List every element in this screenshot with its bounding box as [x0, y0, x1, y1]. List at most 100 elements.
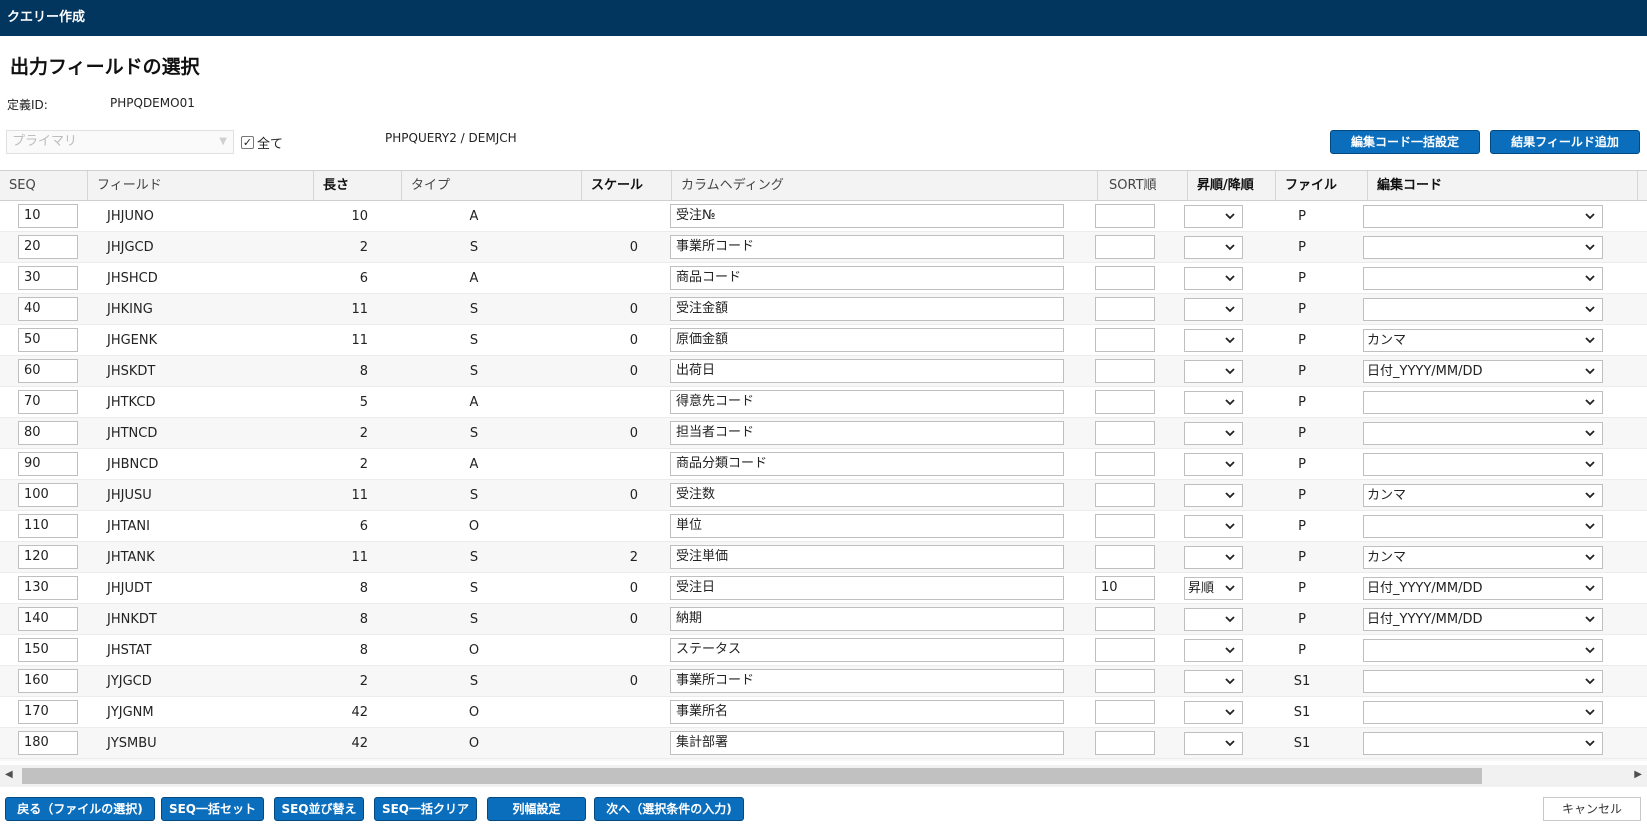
seq-input[interactable]: 100 [18, 483, 78, 507]
column-heading-input[interactable]: 集計部署 [670, 731, 1064, 755]
column-heading-input[interactable]: 受注数 [670, 483, 1064, 507]
sort-order-input[interactable] [1095, 545, 1155, 569]
edit-code-select[interactable] [1363, 670, 1603, 693]
column-heading-input[interactable]: 納期 [670, 607, 1064, 631]
order-select[interactable] [1184, 236, 1243, 259]
edit-code-select[interactable]: カンマ [1363, 329, 1603, 352]
column-header-order[interactable]: 昇順/降順 [1188, 171, 1276, 200]
seq-input[interactable]: 30 [18, 266, 78, 290]
edit-code-select[interactable] [1363, 732, 1603, 755]
edit-code-select[interactable]: 日付_YYYY/MM/DD [1363, 360, 1603, 383]
order-select[interactable] [1184, 701, 1243, 724]
column-width-button[interactable]: 列幅設定 [487, 797, 586, 821]
column-header-file[interactable]: ファイル [1276, 171, 1368, 200]
column-heading-input[interactable]: 事業所コード [670, 235, 1064, 259]
primary-file-select[interactable]: プライマリ ▼ [6, 130, 234, 154]
seq-input[interactable]: 140 [18, 607, 78, 631]
seq-input[interactable]: 60 [18, 359, 78, 383]
order-select[interactable] [1184, 453, 1243, 476]
seq-input[interactable]: 40 [18, 297, 78, 321]
column-heading-input[interactable]: 原価金額 [670, 328, 1064, 352]
order-select[interactable] [1184, 267, 1243, 290]
bulk-edit-code-button[interactable]: 編集コード一括設定 [1330, 130, 1480, 154]
column-heading-input[interactable]: 商品分類コード [670, 452, 1064, 476]
sort-order-input[interactable] [1095, 204, 1155, 228]
seq-input[interactable]: 150 [18, 638, 78, 662]
column-header-scale[interactable]: スケール [582, 171, 672, 200]
seq-sort-button[interactable]: SEQ並び替え [274, 797, 364, 821]
seq-input[interactable]: 10 [18, 204, 78, 228]
edit-code-select[interactable]: カンマ [1363, 546, 1603, 569]
order-select[interactable] [1184, 422, 1243, 445]
order-select[interactable] [1184, 639, 1243, 662]
sort-order-input[interactable] [1095, 421, 1155, 445]
column-header-heading[interactable]: カラムヘディング [672, 171, 1098, 200]
column-heading-input[interactable]: 受注単価 [670, 545, 1064, 569]
column-header-seq[interactable]: SEQ [0, 171, 88, 200]
order-select[interactable]: 昇順 [1184, 577, 1243, 600]
sort-order-input[interactable] [1095, 483, 1155, 507]
seq-input[interactable]: 120 [18, 545, 78, 569]
select-all-checkbox[interactable]: ✓ 全て [241, 133, 283, 152]
column-header-sort[interactable]: SORT順 [1098, 171, 1188, 200]
order-select[interactable] [1184, 329, 1243, 352]
seq-bulk-clear-button[interactable]: SEQ一括クリア [374, 797, 477, 821]
column-heading-input[interactable]: 事業所コード [670, 669, 1064, 693]
sort-order-input[interactable] [1095, 638, 1155, 662]
edit-code-select[interactable]: カンマ [1363, 484, 1603, 507]
column-heading-input[interactable]: 商品コード [670, 266, 1064, 290]
seq-input[interactable]: 80 [18, 421, 78, 445]
sort-order-input[interactable] [1095, 359, 1155, 383]
sort-order-input[interactable] [1095, 452, 1155, 476]
edit-code-select[interactable] [1363, 205, 1603, 228]
column-header-field[interactable]: フィールド [88, 171, 314, 200]
sort-order-input[interactable] [1095, 514, 1155, 538]
edit-code-select[interactable] [1363, 422, 1603, 445]
seq-input[interactable]: 170 [18, 700, 78, 724]
seq-input[interactable]: 180 [18, 731, 78, 755]
column-heading-input[interactable]: 受注№ [670, 204, 1064, 228]
sort-order-input[interactable]: 10 [1095, 576, 1155, 600]
checkbox-checked-icon[interactable]: ✓ [241, 136, 254, 149]
sort-order-input[interactable] [1095, 669, 1155, 693]
edit-code-select[interactable] [1363, 701, 1603, 724]
scrollbar-thumb[interactable] [22, 768, 1482, 784]
cancel-button[interactable]: キャンセル [1543, 797, 1641, 821]
order-select[interactable] [1184, 205, 1243, 228]
add-result-field-button[interactable]: 結果フィールド追加 [1490, 130, 1640, 154]
seq-input[interactable]: 50 [18, 328, 78, 352]
seq-input[interactable]: 70 [18, 390, 78, 414]
order-select[interactable] [1184, 546, 1243, 569]
edit-code-select[interactable]: 日付_YYYY/MM/DD [1363, 608, 1603, 631]
sort-order-input[interactable] [1095, 328, 1155, 352]
column-heading-input[interactable]: 事業所名 [670, 700, 1064, 724]
edit-code-select[interactable]: 日付_YYYY/MM/DD [1363, 577, 1603, 600]
seq-bulk-set-button[interactable]: SEQ一括セット [161, 797, 264, 821]
order-select[interactable] [1184, 391, 1243, 414]
order-select[interactable] [1184, 732, 1243, 755]
edit-code-select[interactable] [1363, 515, 1603, 538]
order-select[interactable] [1184, 515, 1243, 538]
edit-code-select[interactable] [1363, 639, 1603, 662]
column-heading-input[interactable]: 受注金額 [670, 297, 1064, 321]
column-header-type[interactable]: タイプ [402, 171, 582, 200]
sort-order-input[interactable] [1095, 700, 1155, 724]
column-heading-input[interactable]: ステータス [670, 638, 1064, 662]
sort-order-input[interactable] [1095, 297, 1155, 321]
seq-input[interactable]: 90 [18, 452, 78, 476]
sort-order-input[interactable] [1095, 266, 1155, 290]
seq-input[interactable]: 20 [18, 235, 78, 259]
column-header-length[interactable]: 長さ [314, 171, 402, 200]
order-select[interactable] [1184, 298, 1243, 321]
order-select[interactable] [1184, 360, 1243, 383]
edit-code-select[interactable] [1363, 453, 1603, 476]
next-button[interactable]: 次へ（選択条件の入力) [594, 797, 744, 821]
column-heading-input[interactable]: 出荷日 [670, 359, 1064, 383]
edit-code-select[interactable] [1363, 391, 1603, 414]
column-heading-input[interactable]: 単位 [670, 514, 1064, 538]
order-select[interactable] [1184, 608, 1243, 631]
column-heading-input[interactable]: 担当者コード [670, 421, 1064, 445]
seq-input[interactable]: 110 [18, 514, 78, 538]
column-header-edit-code[interactable]: 編集コード [1368, 171, 1638, 200]
sort-order-input[interactable] [1095, 235, 1155, 259]
